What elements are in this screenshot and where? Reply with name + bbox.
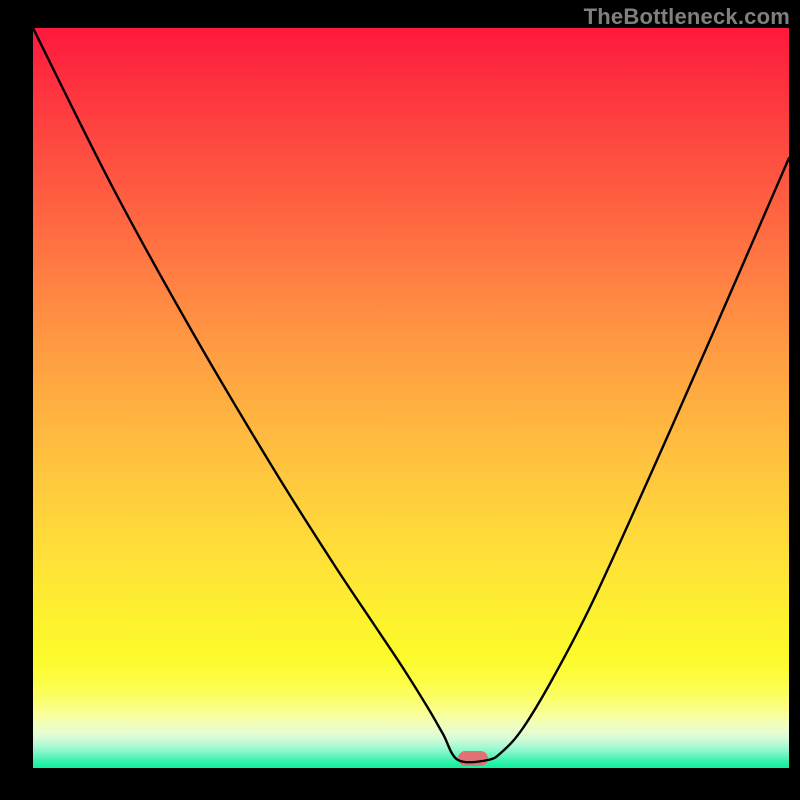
chart-frame: TheBottleneck.com <box>0 0 800 800</box>
curve-layer <box>33 28 789 768</box>
bottleneck-curve <box>33 28 789 762</box>
watermark-text: TheBottleneck.com <box>584 4 790 30</box>
plot-area <box>33 28 789 768</box>
